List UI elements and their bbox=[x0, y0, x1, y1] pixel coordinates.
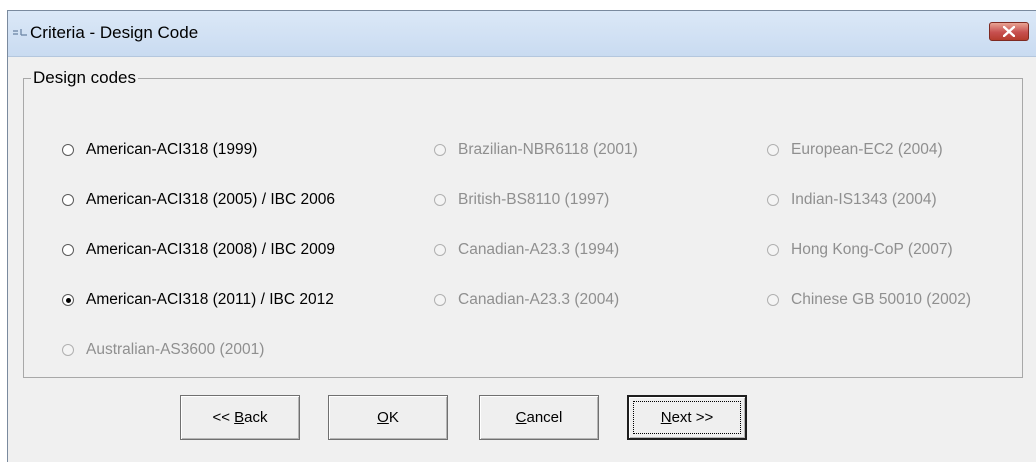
radio-label: Canadian-A23.3 (1994) bbox=[458, 241, 620, 258]
radio-label: Indian-IS1343 (2004) bbox=[791, 191, 937, 208]
radio-label: Hong Kong-CoP (2007) bbox=[791, 241, 953, 258]
close-icon bbox=[1003, 26, 1015, 37]
radio-label: British-BS8110 (1997) bbox=[458, 191, 610, 208]
radio-label: Australian-AS3600 (2001) bbox=[86, 341, 265, 358]
ok-suffix: K bbox=[388, 409, 399, 426]
next-button-label: Next >> bbox=[661, 409, 714, 426]
next-suffix: ext >> bbox=[671, 409, 714, 426]
radio-button-indicator[interactable] bbox=[62, 344, 74, 356]
next-mnemonic: N bbox=[660, 409, 672, 426]
back-mnemonic: B bbox=[234, 409, 245, 426]
radio-button-indicator[interactable] bbox=[767, 194, 779, 206]
radio-is1343-2004[interactable]: Indian-IS1343 (2004) bbox=[767, 191, 937, 209]
radio-gb50010-2002[interactable]: Chinese GB 50010 (2002) bbox=[767, 291, 971, 309]
radio-button-indicator[interactable] bbox=[434, 144, 446, 156]
radio-bs8110-1997[interactable]: British-BS8110 (1997) bbox=[434, 191, 609, 209]
radio-as3600-2001[interactable]: Australian-AS3600 (2001) bbox=[62, 341, 264, 359]
radio-button-indicator[interactable] bbox=[434, 244, 446, 256]
window-title: Criteria - Design Code bbox=[30, 23, 199, 42]
radio-button-indicator[interactable] bbox=[767, 144, 779, 156]
radio-a23-2004[interactable]: Canadian-A23.3 (2004) bbox=[434, 291, 619, 309]
radio-label: American-ACI318 (2011) / IBC 2012 bbox=[86, 291, 334, 308]
radio-button-indicator[interactable] bbox=[62, 144, 74, 156]
radio-label: Canadian-A23.3 (2004) bbox=[458, 291, 620, 308]
back-button[interactable]: << Back bbox=[180, 395, 300, 440]
radio-button-indicator[interactable] bbox=[62, 244, 74, 256]
radio-aci318-2008[interactable]: American-ACI318 (2008) / IBC 2009 bbox=[62, 241, 335, 259]
radio-label: American-ACI318 (2008) / IBC 2009 bbox=[86, 241, 335, 258]
radio-aci318-2005[interactable]: American-ACI318 (2005) / IBC 2006 bbox=[62, 191, 335, 209]
next-button[interactable]: Next >> bbox=[627, 395, 747, 440]
cancel-button-label: Cancel bbox=[516, 409, 563, 426]
radio-label: Brazilian-NBR6118 (2001) bbox=[458, 141, 638, 158]
radio-button-indicator[interactable] bbox=[434, 294, 446, 306]
back-suffix: ack bbox=[244, 409, 268, 426]
radio-label: Chinese GB 50010 (2002) bbox=[791, 291, 972, 308]
cancel-suffix: ancel bbox=[526, 409, 563, 426]
back-prefix: << bbox=[212, 409, 235, 426]
radio-button-indicator[interactable] bbox=[62, 294, 74, 306]
radio-button-indicator[interactable] bbox=[62, 194, 74, 206]
radio-button-indicator[interactable] bbox=[767, 294, 779, 306]
cancel-button[interactable]: Cancel bbox=[479, 395, 599, 440]
close-button[interactable] bbox=[989, 22, 1029, 41]
cancel-mnemonic: C bbox=[515, 409, 527, 426]
design-codes-legend: Design codes bbox=[33, 68, 137, 87]
radio-ec2-2004[interactable]: European-EC2 (2004) bbox=[767, 141, 943, 159]
radio-aci318-1999[interactable]: American-ACI318 (1999) bbox=[62, 141, 257, 159]
ok-button-label: OK bbox=[377, 409, 399, 426]
back-button-label: << Back bbox=[212, 409, 267, 426]
ok-mnemonic: O bbox=[377, 409, 389, 426]
radio-button-indicator[interactable] bbox=[767, 244, 779, 256]
ok-button[interactable]: OK bbox=[328, 395, 448, 440]
radio-aci318-2011[interactable]: American-ACI318 (2011) / IBC 2012 bbox=[62, 291, 334, 309]
radio-button-indicator[interactable] bbox=[434, 194, 446, 206]
radio-label: American-ACI318 (2005) / IBC 2006 bbox=[86, 191, 335, 208]
radio-label: European-EC2 (2004) bbox=[791, 141, 943, 158]
design-codes-group: Design codes American-ACI318 (1999) Amer… bbox=[23, 68, 1023, 378]
radio-nbr6118-2001[interactable]: Brazilian-NBR6118 (2001) bbox=[434, 141, 638, 159]
app-icon bbox=[13, 29, 27, 36]
title-bar[interactable]: Criteria - Design Code bbox=[8, 11, 1036, 57]
radio-hk-cop-2007[interactable]: Hong Kong-CoP (2007) bbox=[767, 241, 953, 259]
radio-a23-1994[interactable]: Canadian-A23.3 (1994) bbox=[434, 241, 619, 259]
radio-label: American-ACI318 (1999) bbox=[86, 141, 258, 158]
criteria-dialog: Criteria - Design Code Design codes Amer… bbox=[7, 10, 1036, 462]
